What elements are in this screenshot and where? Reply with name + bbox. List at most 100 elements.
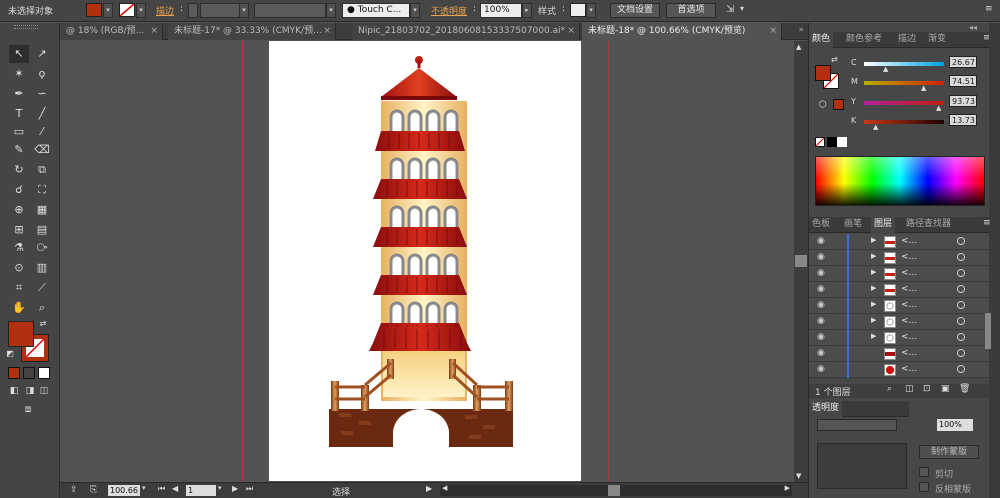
- color-fill-box[interactable]: [815, 65, 831, 81]
- default-colors-icon[interactable]: ◩: [5, 349, 15, 359]
- k-slider-thumb[interactable]: ▲: [873, 123, 878, 131]
- panel-grip[interactable]: [14, 25, 38, 29]
- eye-icon[interactable]: ◉: [817, 284, 827, 294]
- blend-mode-select[interactable]: [817, 419, 897, 431]
- close-icon[interactable]: ×: [567, 23, 575, 39]
- tab-brushes[interactable]: 画笔: [841, 217, 865, 233]
- scroll-down-icon[interactable]: ▼: [796, 472, 801, 480]
- profile-dropdown[interactable]: ▾: [326, 3, 336, 18]
- shape-builder-tool-icon[interactable]: ⊕: [9, 201, 29, 219]
- perspective-grid-tool-icon[interactable]: ▦: [32, 201, 52, 219]
- c-slider[interactable]: [864, 62, 944, 66]
- layer-row[interactable]: ◉ ▶ <...: [809, 282, 989, 298]
- eye-icon[interactable]: ◉: [817, 268, 827, 278]
- expand-arrow-icon[interactable]: ▶: [871, 300, 876, 308]
- expand-arrow-icon[interactable]: ▶: [871, 316, 876, 324]
- pagoda-artwork[interactable]: [269, 41, 581, 481]
- expand-arrow-icon[interactable]: ▶: [871, 268, 876, 276]
- lasso-tool-icon[interactable]: ϙ: [32, 65, 52, 83]
- rotate-tool-icon[interactable]: ↻: [9, 161, 29, 179]
- first-page-icon[interactable]: ⏮: [158, 484, 165, 494]
- magic-wand-tool-icon[interactable]: ✶: [9, 65, 29, 83]
- color-mode-icon[interactable]: [8, 367, 20, 379]
- share-icon[interactable]: ⇪: [70, 485, 78, 495]
- layer-row[interactable]: ◉ ▶ <...: [809, 250, 989, 266]
- close-icon[interactable]: ×: [323, 23, 331, 39]
- panel-menu-icon[interactable]: ≡: [983, 218, 991, 228]
- target-icon[interactable]: [957, 253, 965, 261]
- y-slider-thumb[interactable]: ▲: [936, 104, 941, 112]
- rectangle-tool-icon[interactable]: ▭: [9, 123, 29, 141]
- clipping-mask-icon[interactable]: ◫: [905, 384, 914, 394]
- document-tab-4-active[interactable]: 未标题-18* @ 100.66% (CMYK/预览) ×: [582, 23, 782, 40]
- page-input[interactable]: 1: [186, 485, 216, 496]
- m-slider-thumb[interactable]: ▲: [921, 84, 926, 92]
- style-swatch[interactable]: [570, 3, 586, 17]
- tab-transparency[interactable]: 透明度: [809, 401, 843, 417]
- stroke-weight-stepper[interactable]: [188, 3, 198, 18]
- eraser-tool-icon[interactable]: ⌫: [32, 141, 52, 159]
- swap-colors-icon[interactable]: ⇄: [38, 319, 48, 329]
- k-value-input[interactable]: 13.73: [949, 114, 977, 126]
- tab-stroke[interactable]: 描边: [895, 32, 919, 48]
- gamut-color-swatch[interactable]: [833, 99, 844, 110]
- expand-arrow-icon[interactable]: ▶: [871, 236, 876, 244]
- mesh-tool-icon[interactable]: ⊞: [9, 221, 29, 239]
- invert-mask-checkbox[interactable]: [919, 482, 929, 492]
- document-setup-button[interactable]: 文档设置: [610, 3, 660, 18]
- stroke-link[interactable]: 描边: [156, 4, 174, 17]
- scale-tool-icon[interactable]: ⧉: [32, 161, 52, 179]
- black-swatch[interactable]: [827, 137, 837, 147]
- layer-row[interactable]: ◉ ▶ <...: [809, 298, 989, 314]
- stroke-weight-dropdown[interactable]: ▾: [239, 3, 249, 18]
- close-icon[interactable]: ×: [769, 23, 777, 39]
- clip-checkbox[interactable]: [919, 467, 929, 477]
- expand-arrow-icon[interactable]: ▶: [871, 332, 876, 340]
- new-sublayer-icon[interactable]: ⊡: [923, 384, 931, 394]
- eyedropper-tool-icon[interactable]: ⚗: [9, 239, 29, 257]
- scroll-up-icon[interactable]: ▲: [796, 43, 801, 51]
- eye-icon[interactable]: ◉: [817, 364, 827, 374]
- direct-selection-tool-icon[interactable]: ↗: [32, 45, 52, 63]
- hand-tool-icon[interactable]: ✋: [9, 299, 29, 317]
- artboard-tool-icon[interactable]: ⌗: [9, 279, 29, 297]
- gradient-mode-icon[interactable]: [23, 367, 35, 379]
- fill-color-box[interactable]: [8, 321, 34, 347]
- c-value-input[interactable]: 26.67: [949, 56, 977, 68]
- more-tabs-icon[interactable]: »: [798, 25, 804, 35]
- m-value-input[interactable]: 74.51: [949, 75, 977, 87]
- document-tab-1[interactable]: @ 18% (RGB/预... ×: [60, 23, 163, 40]
- stroke-weight-input[interactable]: [200, 3, 240, 18]
- opacity-link[interactable]: 不透明度: [431, 4, 467, 17]
- expand-arrow-icon[interactable]: ▶: [871, 252, 876, 260]
- next-page-icon[interactable]: ▶: [232, 484, 238, 493]
- gradient-tool-icon[interactable]: ▤: [32, 221, 52, 239]
- make-mask-button[interactable]: 制作蒙版: [919, 445, 979, 459]
- target-icon[interactable]: [957, 349, 965, 357]
- brush-selector[interactable]: ● Touch C...: [342, 3, 410, 18]
- tab-pathfinder[interactable]: 路径查找器: [903, 217, 954, 233]
- out-of-gamut-icon[interactable]: ⬡: [819, 100, 827, 110]
- swap-colors-icon[interactable]: ⇄: [831, 55, 838, 64]
- tab-swatches[interactable]: 色板: [809, 217, 833, 233]
- prev-page-icon[interactable]: ◀: [172, 484, 178, 493]
- eye-icon[interactable]: ◉: [817, 316, 827, 326]
- brush-dropdown[interactable]: ▾: [410, 3, 420, 18]
- tab-color-guide[interactable]: 颜色参考: [843, 32, 885, 48]
- target-icon[interactable]: [957, 317, 965, 325]
- target-icon[interactable]: [957, 285, 965, 293]
- canvas-area[interactable]: [60, 41, 794, 482]
- transparency-opacity-input[interactable]: 100%: [937, 419, 973, 431]
- fill-swatch[interactable]: [86, 3, 102, 17]
- vertical-scrollbar[interactable]: ▲ ▼: [794, 41, 808, 482]
- scroll-right-icon[interactable]: ▶: [785, 484, 790, 492]
- scroll-left-icon[interactable]: ◀: [442, 484, 447, 492]
- eye-icon[interactable]: ◉: [817, 252, 827, 262]
- free-transform-tool-icon[interactable]: ⛶: [32, 181, 52, 199]
- target-icon[interactable]: [957, 237, 965, 245]
- close-icon[interactable]: ×: [150, 23, 158, 39]
- arrange-icon[interactable]: ⇲: [726, 4, 734, 15]
- collapse-panels-icon[interactable]: ◂◂: [969, 23, 977, 32]
- preferences-button[interactable]: 首选项: [666, 3, 716, 18]
- selection-tool-icon[interactable]: ↖: [9, 45, 29, 63]
